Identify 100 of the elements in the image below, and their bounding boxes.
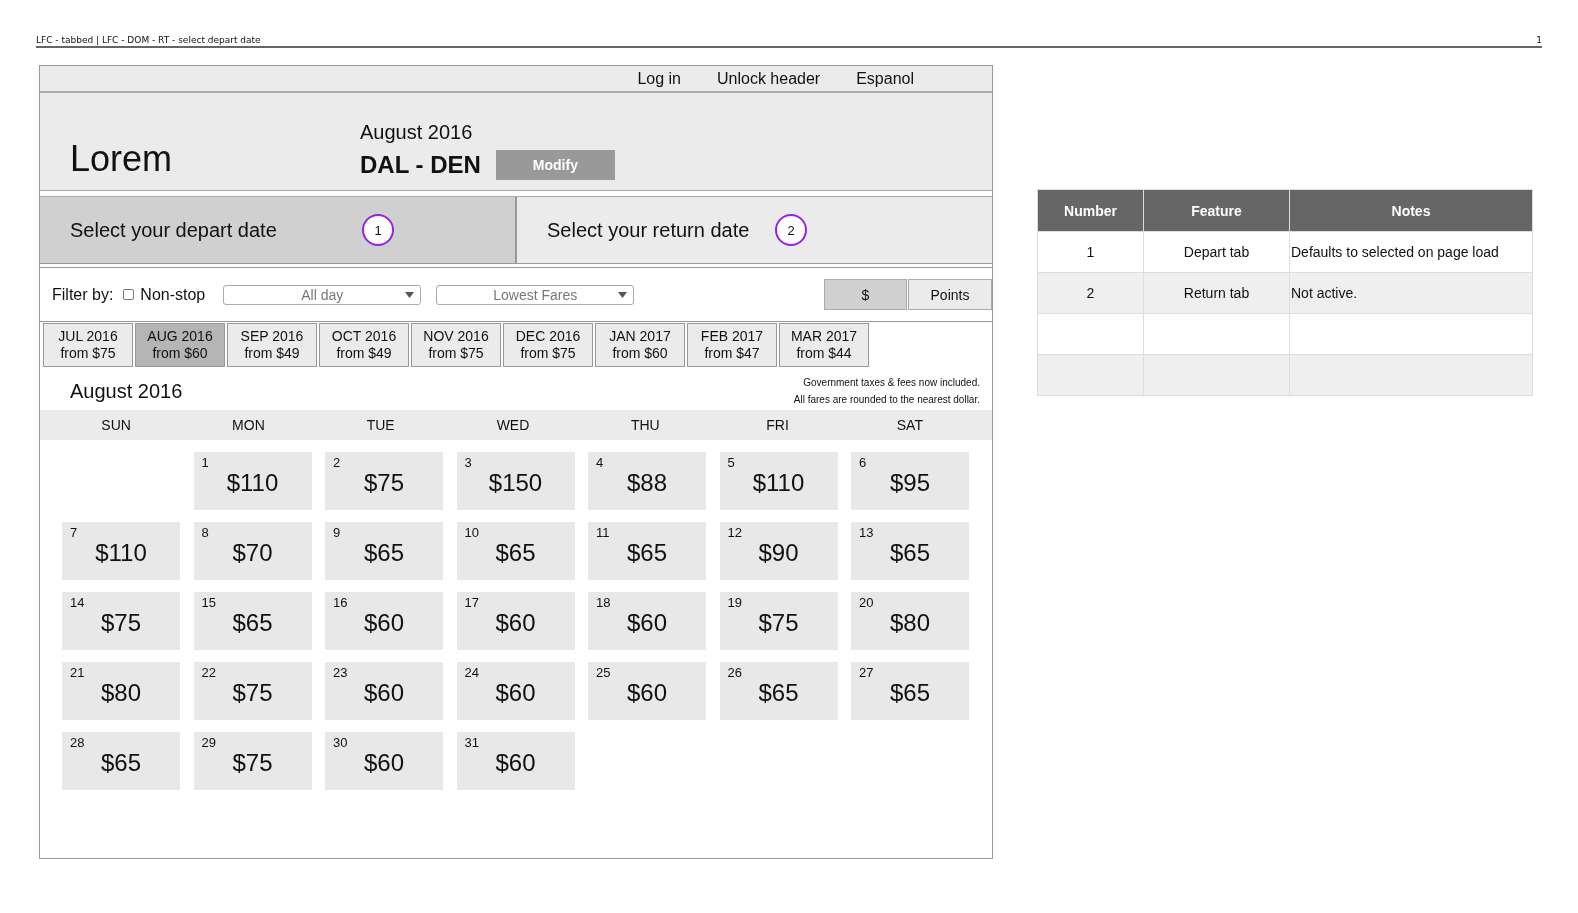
weekday-label: THU: [629, 417, 661, 433]
day-number: 11: [596, 525, 610, 540]
fare-price: $60: [625, 609, 668, 637]
date-cell[interactable]: 9 $65: [325, 522, 443, 580]
fare-price: $75: [231, 679, 274, 707]
day-number: 5: [727, 455, 735, 470]
fare-price: $60: [494, 679, 537, 707]
month-tab[interactable]: SEP 2016 from $49: [227, 323, 317, 367]
date-cell[interactable]: 5 $110: [719, 452, 838, 510]
fare-price: $90: [757, 539, 800, 567]
date-cell[interactable]: 3 $150: [456, 452, 575, 510]
day-number: 21: [70, 665, 85, 680]
header-link[interactable]: Log in: [637, 69, 681, 88]
fare-price: $75: [231, 749, 274, 777]
time-select[interactable]: All day: [223, 284, 422, 305]
day-number: 3: [464, 455, 472, 470]
fare-price: $150: [487, 469, 544, 497]
date-cell[interactable]: 24 $60: [456, 662, 575, 720]
date-cell[interactable]: 13 $65: [851, 522, 969, 580]
day-number: 14: [70, 595, 85, 610]
date-cell[interactable]: 19 $75: [719, 592, 838, 650]
fare-note: All fares are rounded to the nearest dollar.: [793, 394, 980, 405]
day-number: 18: [596, 595, 611, 610]
fare-price: $75: [362, 469, 405, 497]
fare-price: $65: [362, 539, 405, 567]
date-cell[interactable]: 17 $60: [456, 592, 575, 650]
weekday-label: SAT: [895, 417, 924, 433]
date-cell[interactable]: 2 $75: [325, 452, 443, 510]
currency-toggle[interactable]: Points: [908, 279, 992, 310]
date-cell[interactable]: 21 $80: [62, 662, 180, 720]
route-text: DAL - DEN: [360, 151, 481, 179]
callout-marker: 1: [362, 214, 394, 246]
month-tab[interactable]: JUL 2016 from $75: [43, 323, 133, 367]
day-number: 31: [464, 735, 479, 750]
date-cell[interactable]: 29 $75: [193, 732, 312, 790]
trip-tab[interactable]: Select your return date 2: [517, 197, 992, 263]
fare-price: $65: [99, 749, 142, 777]
day-number: 27: [859, 665, 874, 680]
tab-label: Select your depart date: [70, 218, 278, 242]
date-cell[interactable]: 11 $65: [588, 522, 706, 580]
table-header: Feature: [1143, 189, 1290, 232]
date-cell[interactable]: 18 $60: [588, 592, 706, 650]
date-cell[interactable]: 14 $75: [62, 592, 180, 650]
month-tab[interactable]: AUG 2016 from $60: [135, 323, 225, 367]
day-number: 26: [727, 665, 742, 680]
date-cell[interactable]: 22 $75: [193, 662, 312, 720]
month-tab[interactable]: NOV 2016 from $75: [411, 323, 501, 367]
trip-tab[interactable]: Select your depart date 1: [40, 197, 517, 263]
date-cell[interactable]: 30 $60: [325, 732, 443, 790]
logo-text: Lorem: [70, 138, 174, 180]
fare-price: $88: [625, 469, 668, 497]
fare-price: $80: [99, 679, 142, 707]
header-link[interactable]: Unlock header: [717, 69, 821, 88]
fare-price: $60: [362, 609, 405, 637]
currency-toggle[interactable]: $: [824, 279, 907, 310]
day-number: 24: [464, 665, 479, 680]
trip-month: August 2016: [360, 121, 474, 144]
date-cell[interactable]: 7 $110: [62, 522, 180, 580]
date-cell[interactable]: 26 $65: [719, 662, 838, 720]
date-cell[interactable]: 15 $65: [193, 592, 312, 650]
fare-price: $95: [888, 469, 931, 497]
date-cell[interactable]: 28 $65: [62, 732, 180, 790]
day-number: 7: [70, 525, 78, 540]
date-cell[interactable]: 8 $70: [193, 522, 312, 580]
table-cell: 2: [1037, 272, 1144, 314]
weekday-label: WED: [495, 417, 531, 433]
month-tab[interactable]: OCT 2016 from $49: [319, 323, 409, 367]
date-cell[interactable]: 4 $88: [588, 452, 706, 510]
fare-price: $60: [625, 679, 668, 707]
weekday-label: SUN: [100, 417, 132, 433]
nonstop-checkbox[interactable]: [123, 289, 135, 300]
table-cell: Not active.: [1289, 272, 1533, 314]
header-link[interactable]: Espanol: [856, 69, 914, 88]
weekday-label: FRI: [765, 417, 790, 433]
date-cell[interactable]: 1 $110: [193, 452, 312, 510]
day-number: 9: [333, 525, 341, 540]
date-cell[interactable]: 31 $60: [456, 732, 575, 790]
month-tab[interactable]: MAR 2017 from $44: [779, 323, 869, 367]
date-cell[interactable]: 12 $90: [719, 522, 838, 580]
month-tab[interactable]: DEC 2016 from $75: [503, 323, 593, 367]
month-tab[interactable]: FEB 2017 from $47: [687, 323, 777, 367]
date-cell[interactable]: 16 $60: [325, 592, 443, 650]
weekday-label: TUE: [365, 417, 396, 433]
sort-select[interactable]: Lowest Fares: [436, 284, 635, 305]
fare-price: $80: [888, 609, 931, 637]
date-cell[interactable]: 20 $80: [851, 592, 969, 650]
date-cell[interactable]: 25 $60: [588, 662, 706, 720]
date-cell[interactable]: 6 $95: [851, 452, 969, 510]
month-tab[interactable]: JAN 2017 from $60: [595, 323, 685, 367]
table-cell: Depart tab: [1143, 231, 1290, 273]
fare-price: $60: [362, 749, 405, 777]
fare-price: $110: [94, 539, 148, 567]
day-number: 16: [333, 595, 348, 610]
day-number: 23: [333, 665, 348, 680]
date-cell[interactable]: 27 $65: [851, 662, 969, 720]
fare-price: $65: [625, 539, 668, 567]
date-cell[interactable]: 10 $65: [456, 522, 575, 580]
day-number: 10: [464, 525, 479, 540]
table-header: Number: [1037, 189, 1144, 232]
date-cell[interactable]: 23 $60: [325, 662, 443, 720]
